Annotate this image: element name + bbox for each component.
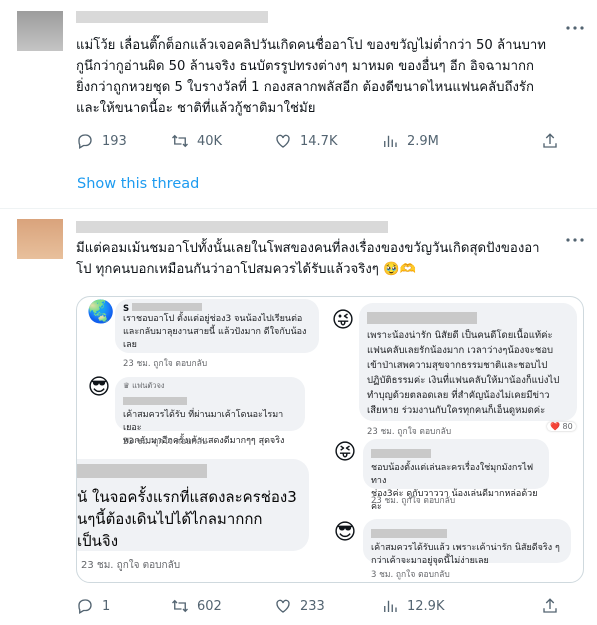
sunglasses-avatar: 😎 (333, 520, 357, 545)
comment-text: เค้าสมควรได้รับแล้ว เพราะเค้าน่ารัก นิสั… (371, 543, 560, 566)
comment-6: เค้าสมควรได้รับแล้ว เพราะเค้าน่ารัก นิสั… (363, 519, 571, 566)
retweet-icon (172, 134, 188, 148)
comment-text: เราชอบอาโป ตั้งแต่อยู่ช่อง3 จนน้องไปเรีย… (123, 314, 307, 350)
comment-meta: 3 ชม. ถูกใจ ตอบกลับ (371, 570, 450, 580)
tweet-text: มีแต่คอมเม้นชมอาโปทั้งนั้นเลยในโพสของคนท… (76, 241, 540, 277)
reaction-count: ❤️ 80 (547, 422, 576, 431)
globe-avatar: 🌏 (87, 300, 115, 325)
comment-meta: 23 ชม. ถูกใจ ตอบกลับ (123, 437, 208, 447)
fan-badge: ♛ แฟนตัวจง (123, 381, 165, 390)
tweet-image[interactable]: 🌏 S เราชอบอาโป ตั้งแต่อยู่ช่อง3 จนน้องไป… (76, 296, 584, 583)
reply-button[interactable]: 1 (76, 597, 171, 615)
comment-meta: 23 ชม. ถูกใจ ตอบกลับ (371, 496, 456, 506)
show-thread-link[interactable]: Show this thread (77, 176, 199, 192)
comment-meta: 23 ชม. ถูกใจ ตอบกลับ (123, 359, 208, 369)
comment-2: ♛ แฟนตัวจง เค้าสมควรได้รับ ที่ผ่านมาเค้า… (115, 377, 305, 446)
tweet-2: มีแต่คอมเม้นชมอาโปทั้งนั้นเลยในโพสของคนท… (0, 209, 597, 625)
comment-4: เพราะน้องน่ารัก นิสัยดี เป็นคนดีโดยเนื้อ… (359, 303, 577, 421)
comment-3: นั ในจอครั้งแรกที่แสดงละครช่อง3 นๆนี้ต้อ… (77, 459, 309, 551)
heart-icon (276, 599, 290, 613)
share-button[interactable] (541, 132, 559, 150)
share-icon (543, 133, 557, 148)
reply-button[interactable]: 193 (76, 132, 171, 150)
share-button[interactable] (541, 597, 559, 615)
reply-icon (78, 599, 92, 614)
retweet-button[interactable]: 602 (171, 597, 274, 615)
author-name[interactable] (76, 221, 388, 233)
author-name[interactable] (76, 11, 268, 23)
avatar[interactable] (17, 11, 63, 51)
tweet-actions: 193 40K 14.7K 2.9M (76, 132, 586, 150)
tongue-avatar: 😝 (333, 440, 357, 465)
retweet-button[interactable]: 40K (171, 132, 274, 150)
wink-avatar: 😜 (331, 308, 355, 333)
reply-icon (78, 134, 92, 149)
heart-icon (276, 134, 290, 148)
share-icon (543, 598, 557, 613)
sunglasses-avatar: 😎 (87, 375, 111, 400)
comment-text: นั ในจอครั้งแรกที่แสดงละครช่อง3 นๆนี้ต้อ… (77, 488, 297, 550)
avatar[interactable] (17, 219, 63, 259)
comment-text: เพราะน้องน่ารัก นิสัยดี เป็นคนดีโดยเนื้อ… (367, 330, 560, 416)
more-icon[interactable] (566, 15, 584, 30)
like-button[interactable]: 14.7K (274, 132, 381, 150)
retweet-icon (172, 599, 188, 613)
comment-meta: 23 ชม. ถูกใจ ตอบกลับ (367, 427, 452, 437)
tweet-text: แม่โว้ย เลื่อนติ๊กต็อกแล้วเจอคลิปวันเกิด… (76, 38, 546, 116)
comment-1: S เราชอบอาโป ตั้งแต่อยู่ช่อง3 จนน้องไปเร… (115, 299, 319, 353)
like-button[interactable]: 233 (274, 597, 381, 615)
tweet-actions: 1 602 233 12.9K (76, 597, 586, 615)
views-button[interactable]: 12.9K (381, 597, 541, 615)
views-icon (384, 135, 397, 147)
views-icon (384, 600, 397, 612)
comment-meta: 23 ชม. ถูกใจ ตอบกลับ (81, 560, 181, 571)
tweet-1: แม่โว้ย เลื่อนติ๊กต็อกแล้วเจอคลิปวันเกิด… (0, 0, 597, 208)
views-button[interactable]: 2.9M (381, 132, 541, 150)
comment-5: ชอบน้องตั้งแต่เล่นละครเรื่องใช่มุกมังกรไ… (363, 439, 549, 512)
